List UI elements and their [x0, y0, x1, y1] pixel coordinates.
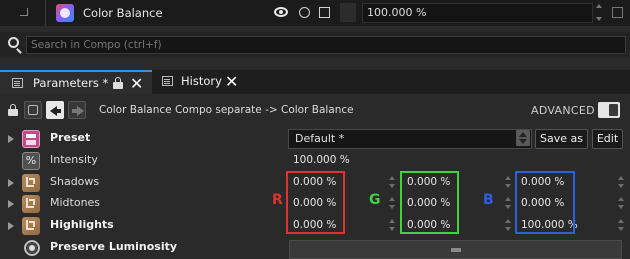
back-button[interactable]: [46, 101, 64, 119]
close-icon[interactable]: ✕: [130, 74, 143, 93]
intensity-value[interactable]: 100.000 %: [293, 154, 350, 166]
layer-title[interactable]: Color Balance: [83, 6, 163, 20]
search-icon: [8, 37, 22, 54]
toggle-bar-icon: [451, 248, 461, 252]
expand-arrow-icon[interactable]: [8, 222, 14, 230]
shadows-b-stepper[interactable]: [618, 175, 624, 191]
tab-history-label: History: [181, 74, 222, 88]
expand-arrow-icon[interactable]: [8, 179, 14, 187]
layer-bar: Color Balance 100.000 %: [0, 0, 630, 26]
stepper-up-icon[interactable]: [596, 4, 602, 8]
red-channel-outline: [286, 171, 345, 234]
stepper-down-icon[interactable]: [596, 17, 602, 21]
param-label: Shadows: [50, 175, 100, 188]
tab-history[interactable]: History ✕: [153, 70, 251, 94]
curve-icon: [22, 217, 40, 235]
tab-parameters[interactable]: Parameters * ✕: [0, 70, 152, 94]
lock-icon[interactable]: [113, 77, 123, 89]
forward-button[interactable]: [68, 101, 86, 119]
arrow-right-icon: [77, 106, 84, 116]
color-balance-node-icon: [56, 4, 74, 22]
green-channel-outline: [400, 171, 459, 234]
edit-button[interactable]: Edit: [592, 129, 623, 149]
expand-arrow-icon[interactable]: [8, 135, 14, 143]
percent-icon: %: [22, 152, 40, 170]
opacity-field[interactable]: 100.000 %: [362, 3, 593, 23]
toggle-circle-icon: [24, 240, 40, 256]
mask-toggle-button[interactable]: [24, 101, 42, 119]
expand-arrow-icon[interactable]: [8, 200, 14, 208]
tab-parameters-label: Parameters *: [33, 76, 109, 90]
save-as-button[interactable]: Save as: [535, 129, 588, 149]
preserve-luminosity-toggle[interactable]: [289, 240, 622, 259]
blue-channel-outline: [515, 171, 575, 234]
highlights-b-stepper[interactable]: [618, 218, 624, 234]
opacity-stepper[interactable]: [596, 3, 602, 23]
shadows-r-stepper[interactable]: [389, 175, 395, 191]
solo-radio-icon[interactable]: [299, 7, 310, 18]
preset-dropdown-button[interactable]: [516, 130, 530, 146]
blend-swatch[interactable]: [340, 3, 356, 22]
midtones-r-stepper[interactable]: [389, 196, 395, 212]
search-row: [0, 32, 630, 58]
param-label: Highlights: [50, 218, 114, 231]
param-label: Intensity: [50, 153, 98, 166]
param-label: Midtones: [50, 196, 101, 209]
param-row-preset: Preset Default * Save as Edit: [0, 128, 630, 150]
param-toolbar: Color Balance Compo separate -> Color Ba…: [0, 98, 630, 124]
param-row-intensity: % Intensity 100.000 %: [0, 150, 630, 172]
breadcrumb: Color Balance Compo separate -> Color Ba…: [99, 104, 354, 116]
highlights-g-stepper[interactable]: [505, 218, 511, 234]
search-input[interactable]: [26, 36, 626, 54]
curve-icon: [22, 174, 40, 192]
channel-label-b: B: [483, 192, 494, 208]
param-label: Preserve Luminosity: [50, 240, 178, 253]
shadows-g-stepper[interactable]: [505, 175, 511, 191]
channel-label-g: G: [369, 192, 381, 208]
panel-list-icon: [12, 78, 23, 88]
collapse-icon[interactable]: [20, 8, 28, 16]
channel-label-r: R: [272, 192, 283, 208]
highlights-r-stepper[interactable]: [389, 218, 395, 234]
divider: [45, 0, 46, 26]
panel-list-icon: [162, 76, 173, 86]
curve-icon: [22, 195, 40, 213]
preset-select[interactable]: Default *: [288, 129, 532, 149]
preset-icon: [22, 130, 40, 148]
advanced-toggle[interactable]: [598, 102, 620, 118]
lock-icon[interactable]: [8, 104, 18, 116]
midtones-g-stepper[interactable]: [505, 196, 511, 212]
close-icon[interactable]: ✕: [225, 72, 238, 91]
tab-bar: Parameters * ✕ History ✕: [0, 70, 630, 94]
layer-checkbox[interactable]: [612, 7, 623, 18]
mask-square-icon[interactable]: [319, 7, 330, 18]
advanced-label: ADVANCED: [531, 104, 595, 117]
param-label: Preset: [50, 131, 91, 144]
visibility-eye-icon[interactable]: [274, 7, 288, 17]
midtones-b-stepper[interactable]: [618, 196, 624, 212]
